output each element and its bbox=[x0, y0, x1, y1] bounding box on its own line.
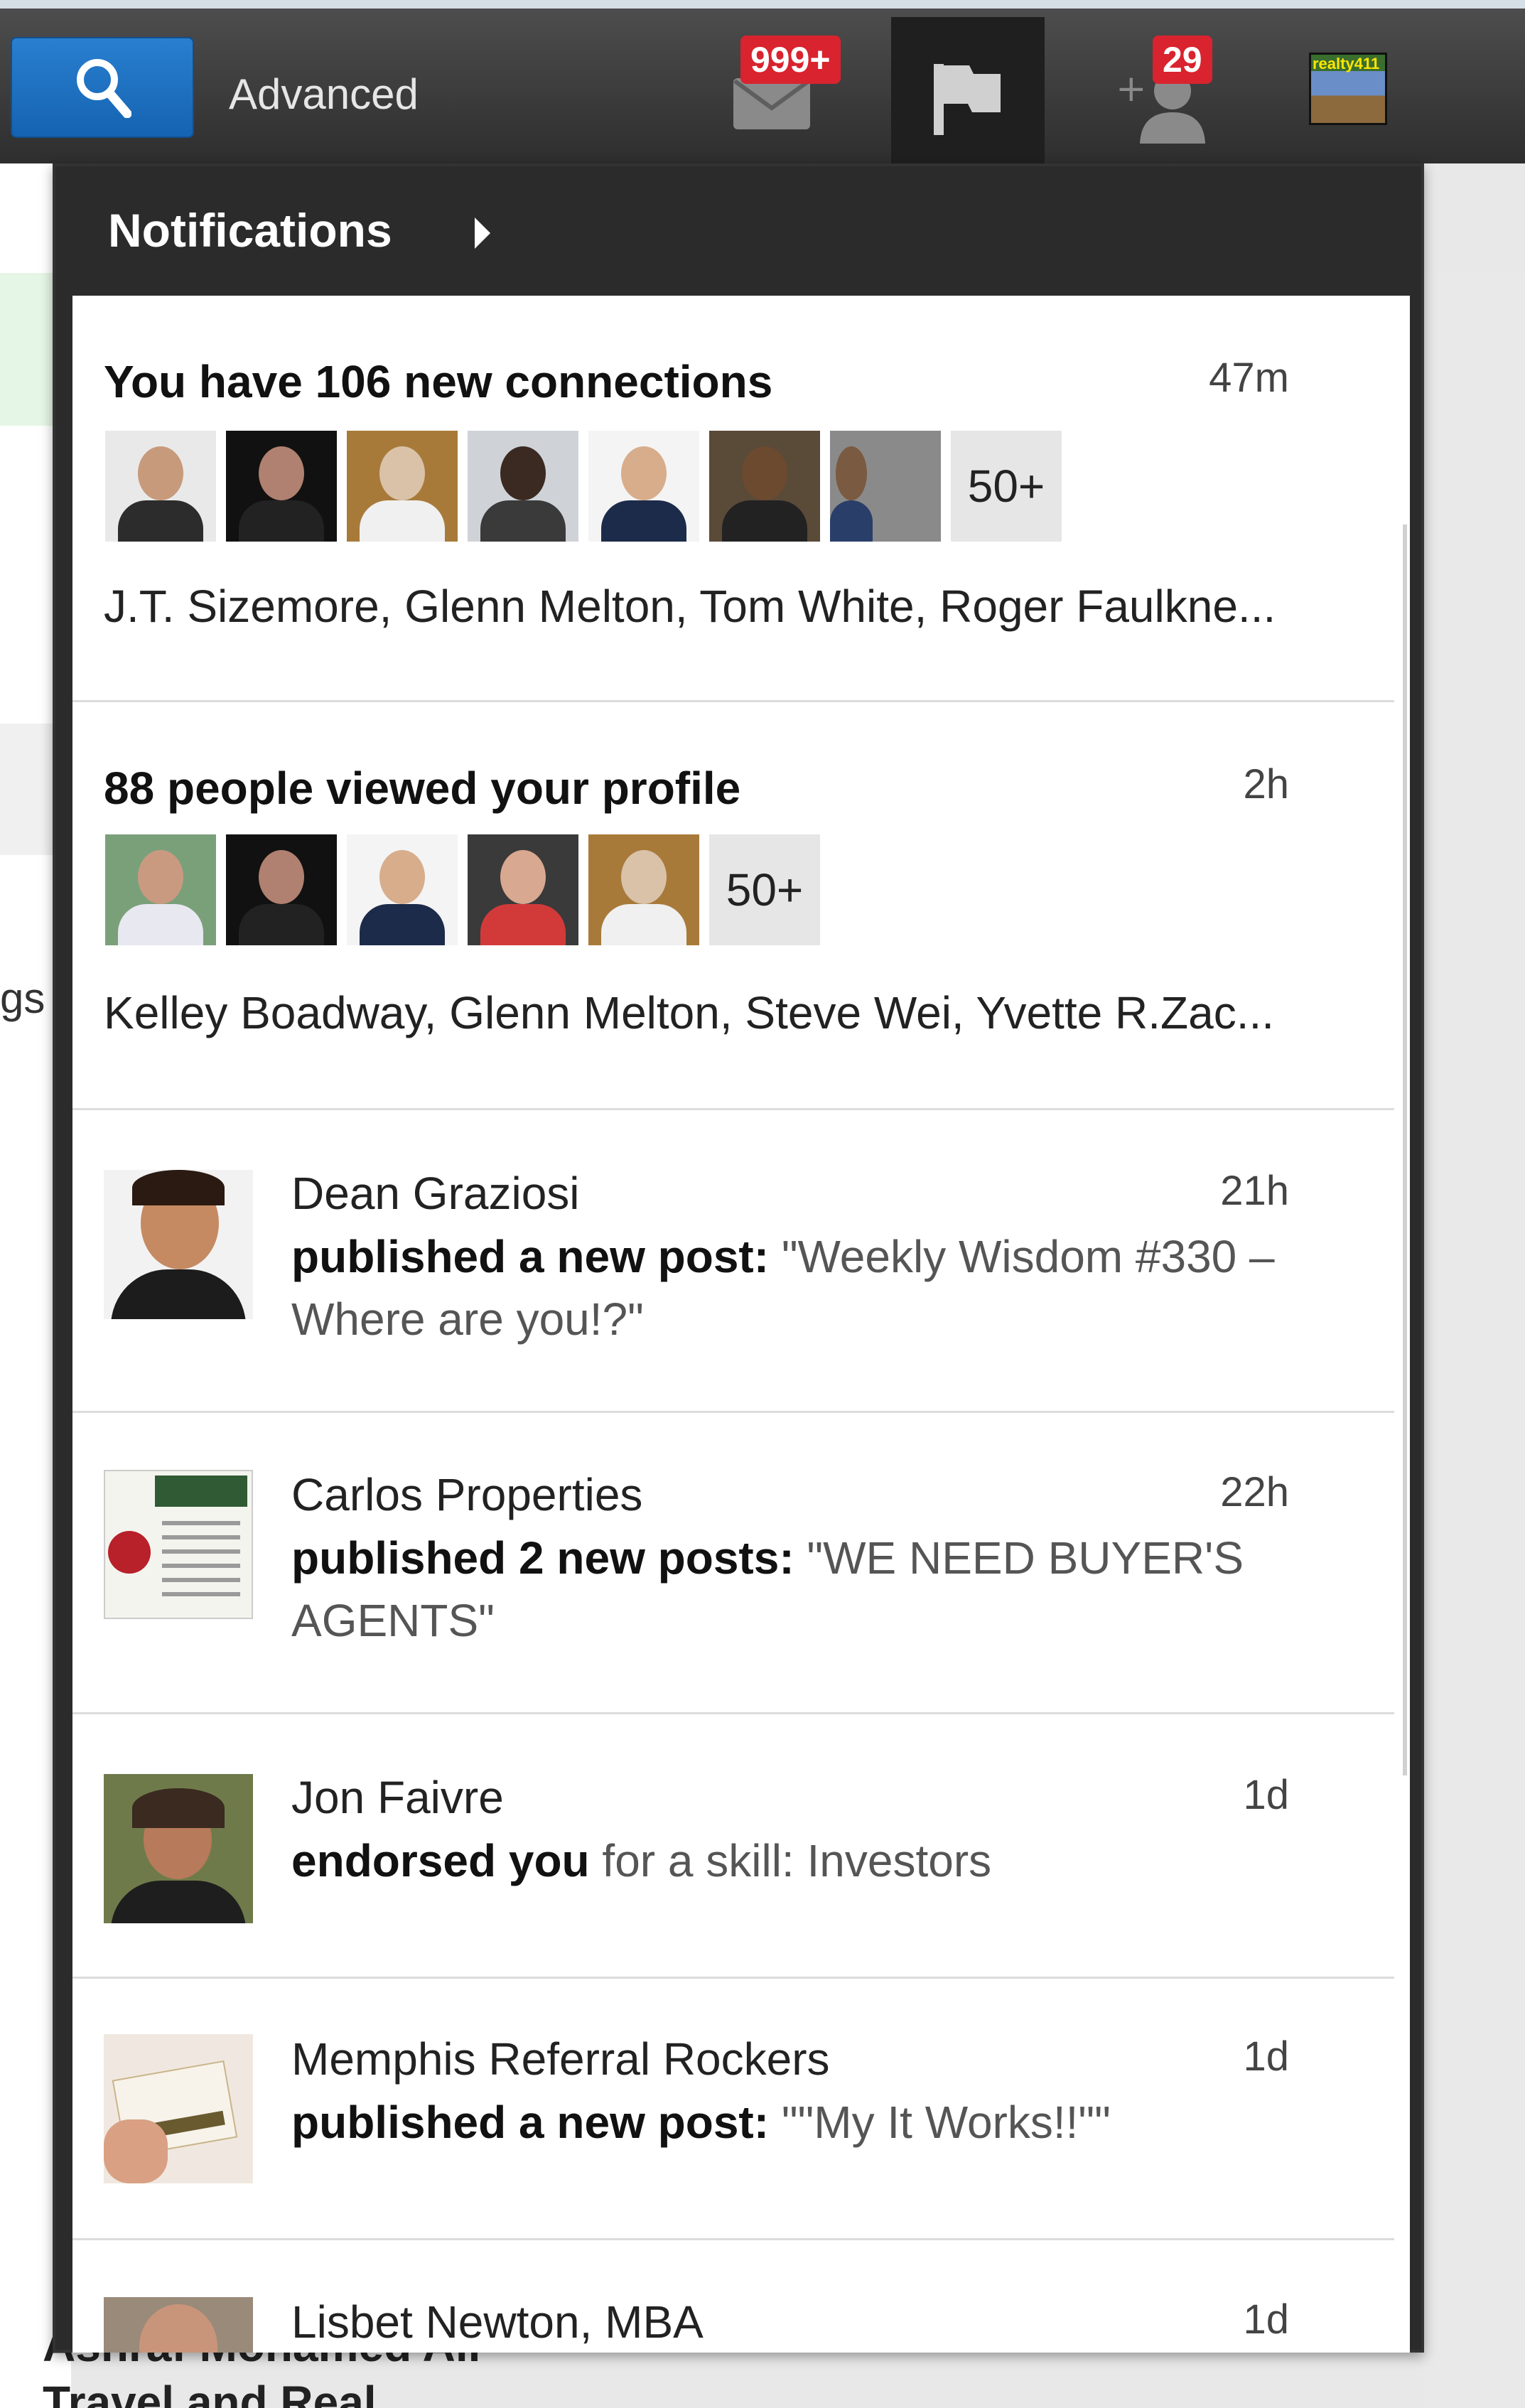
avatar[interactable] bbox=[104, 1470, 253, 1619]
flag-icon bbox=[934, 64, 1001, 135]
profile-avatar[interactable]: realty411 bbox=[1309, 53, 1387, 125]
notification-item[interactable]: 88 people viewed your profile 2h 50+ Kel… bbox=[72, 702, 1394, 1110]
notification-headline: You have 106 new connections bbox=[104, 356, 773, 407]
avatar[interactable] bbox=[105, 834, 216, 945]
avatar[interactable] bbox=[347, 431, 458, 542]
notification-actor[interactable]: Memphis Referral Rockers bbox=[291, 2033, 830, 2085]
notification-action: published a new post: bbox=[291, 1231, 770, 1282]
notifications-nav-button[interactable] bbox=[891, 17, 1045, 172]
notification-actor[interactable]: Jon Faivre bbox=[291, 1771, 504, 1824]
avatar[interactable] bbox=[104, 1774, 253, 1923]
notification-text: endorsed you for a skill: Investors bbox=[291, 1829, 1300, 1892]
notification-detail: for a skill: Investors bbox=[602, 1835, 992, 1886]
notification-item[interactable]: Jon Faivre 1d endorsed you for a skill: … bbox=[72, 1714, 1394, 1979]
connection-avatars: 50+ bbox=[105, 431, 1062, 542]
chevron-right-icon bbox=[475, 217, 490, 249]
connection-names: J.T. Sizemore, Glenn Melton, Tom White, … bbox=[104, 581, 1276, 632]
background-text-fragment: gs bbox=[0, 974, 45, 1022]
avatar[interactable] bbox=[104, 1170, 253, 1319]
notification-item[interactable]: Memphis Referral Rockers 1d published a … bbox=[72, 1979, 1394, 2240]
notification-headline: 88 people viewed your profile bbox=[104, 763, 741, 814]
messages-badge: 999+ bbox=[740, 36, 841, 84]
notification-time: 22h bbox=[1220, 1469, 1289, 1515]
notification-time: 1d bbox=[1243, 1772, 1289, 1818]
invitations-badge: 29 bbox=[1153, 36, 1212, 84]
avatar[interactable] bbox=[588, 431, 699, 542]
background-green-block bbox=[0, 273, 57, 426]
avatar[interactable] bbox=[347, 834, 458, 945]
avatar[interactable] bbox=[105, 431, 216, 542]
background-page-right bbox=[1423, 273, 1525, 2408]
notification-time: 1d bbox=[1243, 2296, 1289, 2343]
notification-text: published a new post: ""My It Works!!"" bbox=[291, 2091, 1300, 2154]
notification-time: 47m bbox=[1209, 355, 1289, 401]
notification-item[interactable]: You have 106 new connections 47m 50+ J.T… bbox=[72, 296, 1394, 702]
top-nav-bar: Advanced 999+ + 29 realty411 bbox=[0, 0, 1525, 172]
avatar[interactable] bbox=[104, 2034, 253, 2183]
avatar[interactable] bbox=[830, 431, 941, 542]
notification-actor[interactable]: Lisbet Newton, MBA bbox=[291, 2296, 704, 2348]
search-icon bbox=[77, 59, 131, 118]
background-footer-line: Travel and Real bbox=[43, 2377, 377, 2408]
envelope-icon bbox=[733, 78, 810, 129]
notification-action: published 2 new posts: bbox=[291, 1532, 794, 1584]
viewer-avatars: 50+ bbox=[105, 834, 820, 945]
avatar[interactable] bbox=[468, 431, 578, 542]
messages-nav-button[interactable]: 999+ bbox=[718, 17, 841, 172]
notification-item[interactable]: Lisbet Newton, MBA 1d bbox=[72, 2240, 1394, 2353]
notification-text: published 2 new posts: "WE NEED BUYER'S … bbox=[291, 1527, 1300, 1652]
notification-time: 2h bbox=[1243, 761, 1289, 807]
scrollbar[interactable] bbox=[1403, 525, 1407, 1775]
notification-detail[interactable]: ""My It Works!!"" bbox=[782, 2097, 1111, 2148]
avatar[interactable] bbox=[104, 2297, 253, 2353]
notification-text: published a new post: "Weekly Wisdom #33… bbox=[291, 1225, 1300, 1350]
avatar[interactable] bbox=[226, 834, 337, 945]
invitations-nav-button[interactable]: + 29 bbox=[1094, 17, 1222, 172]
notifications-list: You have 106 new connections 47m 50+ J.T… bbox=[72, 296, 1410, 2353]
notification-item[interactable]: Dean Graziosi 21h published a new post: … bbox=[72, 1110, 1394, 1413]
avatar[interactable] bbox=[468, 834, 578, 945]
notification-action: published a new post: bbox=[291, 2097, 770, 2148]
notification-actor[interactable]: Carlos Properties bbox=[291, 1468, 642, 1521]
notification-item[interactable]: Carlos Properties 22h published 2 new po… bbox=[72, 1413, 1394, 1714]
svg-text:+: + bbox=[1116, 68, 1147, 110]
notification-time: 1d bbox=[1243, 2033, 1289, 2080]
profile-logo-text: realty411 bbox=[1313, 55, 1380, 72]
more-viewers-count[interactable]: 50+ bbox=[709, 834, 820, 945]
advanced-search-link[interactable]: Advanced bbox=[229, 70, 419, 119]
viewer-names: Kelley Boadway, Glenn Melton, Steve Wei,… bbox=[104, 987, 1275, 1038]
avatar[interactable] bbox=[588, 834, 699, 945]
avatar[interactable] bbox=[226, 431, 337, 542]
notification-actor[interactable]: Dean Graziosi bbox=[291, 1167, 580, 1220]
notifications-title: Notifications bbox=[108, 204, 392, 257]
notifications-dropdown: Notifications You have 106 new connectio… bbox=[53, 163, 1424, 2353]
notifications-header[interactable]: Notifications bbox=[55, 166, 1421, 294]
search-button[interactable] bbox=[11, 37, 194, 138]
more-connections-count[interactable]: 50+ bbox=[951, 431, 1062, 542]
background-gray-block bbox=[0, 724, 57, 855]
notification-time: 21h bbox=[1220, 1168, 1289, 1214]
notification-action: endorsed you bbox=[291, 1835, 590, 1886]
avatar[interactable] bbox=[709, 431, 820, 542]
